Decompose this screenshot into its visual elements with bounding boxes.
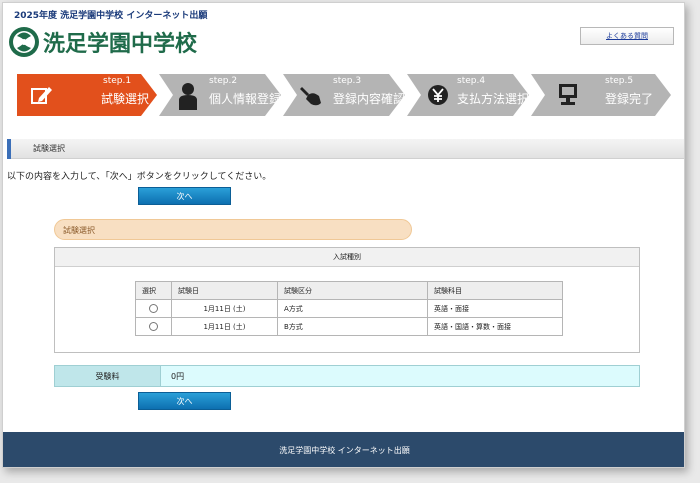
step-4: step.4 支払方法選択 xyxy=(407,74,529,116)
section-title: 試験選択 xyxy=(33,144,65,153)
pencil-icon xyxy=(31,87,52,104)
step-label: 登録内容確認 xyxy=(333,92,406,106)
fee-value: 0円 xyxy=(161,366,639,386)
next-button-top[interactable]: 次へ xyxy=(138,187,231,205)
exam-table: 選択 試験日 試験区分 試験科目 1月11日 (土) A方式 英語・面接 1月1… xyxy=(135,281,563,336)
exam-fee-row: 受験料 0円 xyxy=(54,365,640,387)
exam-date: 1月11日 (土) xyxy=(171,317,278,336)
step-3: step.3 登録内容確認 xyxy=(283,74,405,116)
exam-radio-b[interactable] xyxy=(149,322,158,331)
step-label: 個人情報登録 xyxy=(209,92,282,106)
fee-label: 受験料 xyxy=(55,366,161,386)
step-5: step.5 登録完了 xyxy=(531,74,671,116)
faq-link[interactable]: よくある質問 xyxy=(580,27,674,45)
table-row: 1月11日 (土) A方式 英語・面接 xyxy=(135,299,563,318)
select-cell xyxy=(135,299,172,318)
exam-select-pill: 試験選択 xyxy=(54,219,412,240)
yen-icon xyxy=(428,85,448,105)
table-row: 1月11日 (土) B方式 英語・国語・算数・面接 xyxy=(135,317,563,336)
column-header: 試験日 xyxy=(171,281,278,300)
select-cell xyxy=(135,317,172,336)
exam-type: A方式 xyxy=(277,299,428,318)
step-label: 試験選択 xyxy=(101,92,150,106)
exam-radio-a[interactable] xyxy=(149,304,158,313)
hand-stamp-icon xyxy=(300,87,321,106)
step-2: step.2 個人情報登録 xyxy=(159,74,281,116)
school-logo: 洗足学園中学校 xyxy=(7,25,197,59)
progress-steps: step.1 試験選択 step.2 個人情報登録 step.3 登録内容確認 … xyxy=(3,74,684,116)
exam-subjects: 英語・国語・算数・面接 xyxy=(427,317,563,336)
pill-label: 試験選択 xyxy=(63,226,95,235)
column-header: 試験科目 xyxy=(427,281,563,300)
step-label: 登録完了 xyxy=(605,92,654,106)
browser-frame: 2025年度 洗足学園中学校 インターネット出願 洗足学園中学校 よくある質問 … xyxy=(2,2,685,468)
step-label: 支払方法選択 xyxy=(457,92,530,106)
step-number: step.2 xyxy=(209,76,238,86)
step-number: step.3 xyxy=(333,76,362,86)
step-1: step.1 試験選択 xyxy=(17,74,157,116)
school-name: 洗足学園中学校 xyxy=(43,32,198,57)
section-header: 試験選択 xyxy=(7,139,684,159)
table-header-row: 選択 試験日 試験区分 試験科目 xyxy=(135,281,563,300)
exam-type-caption: 入試種別 xyxy=(55,248,639,267)
step-number: step.4 xyxy=(457,76,486,86)
school-emblem-icon xyxy=(9,27,39,57)
exam-type: B方式 xyxy=(277,317,428,336)
site-title-line: 2025年度 洗足学園中学校 インターネット出願 xyxy=(14,11,208,21)
exam-subjects: 英語・面接 xyxy=(427,299,563,318)
instruction-text: 以下の内容を入力して、「次へ」ボタンをクリックしてください。 xyxy=(7,172,272,182)
exam-date: 1月11日 (土) xyxy=(171,299,278,318)
section-accent-bar xyxy=(7,139,11,159)
computer-icon xyxy=(559,84,577,105)
column-header: 試験区分 xyxy=(277,281,428,300)
next-button-bottom[interactable]: 次へ xyxy=(138,392,231,410)
exam-type-box: 入試種別 選択 試験日 試験区分 試験科目 1月11日 (土) A方式 英語・面… xyxy=(54,247,640,353)
person-icon xyxy=(179,83,197,110)
footer: 洗足学園中学校 インターネット出願 xyxy=(3,432,684,467)
step-number: step.1 xyxy=(103,76,132,86)
step-number: step.5 xyxy=(605,76,634,86)
column-header: 選択 xyxy=(135,281,172,300)
